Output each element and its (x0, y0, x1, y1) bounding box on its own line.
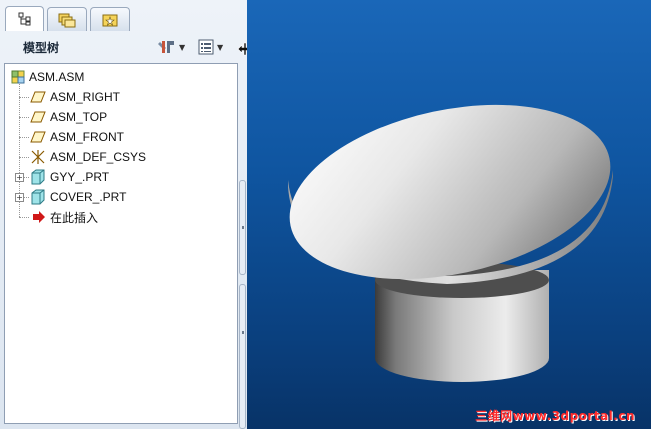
tree-connector (19, 217, 29, 218)
tab-favorites[interactable] (90, 7, 130, 31)
model-cap (289, 104, 611, 280)
tree-connector (19, 117, 29, 118)
tree-item-cover-prt[interactable]: COVER_.PRT (30, 187, 126, 207)
show-button[interactable]: ▼ (198, 38, 223, 56)
panel-splitter[interactable] (239, 180, 247, 429)
tree-item-asm-front[interactable]: ASM_FRONT (30, 127, 124, 147)
favorites-icon (102, 14, 118, 26)
settings-tools-icon (158, 41, 174, 53)
tree-item-label: 在此插入 (50, 210, 99, 225)
tree-item-gyy-prt[interactable]: GYY_.PRT (30, 167, 109, 187)
expand-toggle-gyy[interactable]: + (15, 173, 24, 182)
part-icon (31, 169, 45, 185)
splitter-grip-lower[interactable] (239, 284, 246, 429)
panel-title: 模型树 (23, 41, 60, 55)
datum-plane-icon (30, 131, 46, 143)
tree-connector (19, 137, 29, 138)
model-tree-icon (18, 12, 30, 26)
tree-item-label: ASM.ASM (29, 70, 85, 84)
datum-plane-icon (30, 91, 46, 103)
3d-model-view (288, 104, 613, 382)
assembly-icon (11, 70, 25, 84)
tree-item-label: ASM_RIGHT (50, 90, 121, 104)
tree-item-label: COVER_.PRT (50, 190, 127, 204)
tree-item-label: GYY_.PRT (50, 170, 110, 184)
tree-item-label: ASM_DEF_CSYS (50, 150, 147, 164)
csys-icon (31, 150, 45, 164)
tree-connector (19, 157, 29, 158)
folder-browser-icon (58, 13, 76, 27)
insert-here-arrow-icon (33, 211, 45, 223)
model-tree: ASM.ASM ASM_RIGHT ASM_TOP ASM_FRONT ASM_ (4, 63, 238, 424)
tree-item-asm-def-csys[interactable]: ASM_DEF_CSYS (30, 147, 146, 167)
splitter-grip-upper[interactable] (239, 180, 246, 275)
datum-plane-icon (30, 111, 46, 123)
navigator-tab-strip (0, 0, 247, 31)
model-tree-panel: 模型树 ▼ ▼ ASM.ASM ASM_RIGHT ASM_TOP ASM_FR… (0, 0, 253, 429)
tree-item-insert-here[interactable]: 在此插入 (30, 207, 98, 227)
tree-item-label: ASM_TOP (50, 110, 108, 124)
tree-item-label: ASM_FRONT (50, 130, 125, 144)
tab-model-tree[interactable] (5, 6, 44, 31)
tree-item-asm-right[interactable]: ASM_RIGHT (30, 87, 120, 107)
tree-item-asm-top[interactable]: ASM_TOP (30, 107, 107, 127)
tab-folder-browser[interactable] (47, 7, 87, 31)
graphics-viewport[interactable]: 三维网www.3dportal.cn (247, 0, 651, 429)
model-tree-header: 模型树 ▼ ▼ (0, 31, 253, 62)
show-list-icon (198, 39, 214, 55)
show-dropdown-caret[interactable]: ▼ (217, 43, 223, 52)
expand-toggle-cover[interactable]: + (15, 193, 24, 202)
part-icon (31, 189, 45, 205)
settings-dropdown-caret[interactable]: ▼ (179, 43, 185, 52)
watermark-text: 三维网www.3dportal.cn (475, 409, 635, 423)
tree-connector (19, 97, 29, 98)
tree-item-asm[interactable]: ASM.ASM (10, 67, 84, 87)
settings-button[interactable]: ▼ (158, 38, 185, 56)
